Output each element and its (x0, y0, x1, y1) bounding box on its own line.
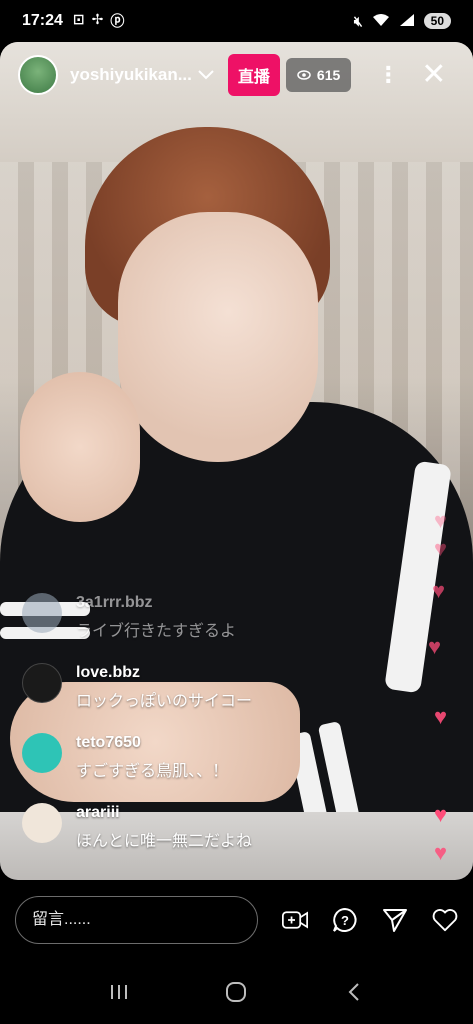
comment-list: 3a1rrr.bbz ライブ行きたすぎるよ love.bbz ロックっぽいのサイ… (22, 593, 352, 873)
host-username[interactable]: yoshiyukikan... (70, 65, 192, 85)
comment-username[interactable]: 3a1rrr.bbz (76, 594, 236, 612)
list-item: arariii ほんとに唯一無二だよね (22, 803, 352, 851)
mute-icon: 🔇︎ (353, 12, 363, 29)
heart-like-icon[interactable] (432, 907, 458, 933)
comment-avatar[interactable] (22, 593, 62, 633)
add-guest-icon[interactable] (282, 907, 308, 933)
heart-icon: ♥ (434, 536, 448, 561)
back-icon[interactable] (334, 972, 374, 1012)
home-icon[interactable] (216, 972, 256, 1012)
chevron-down-icon[interactable] (198, 67, 214, 83)
comment-message: すごすぎる鳥肌、、！ (76, 763, 229, 780)
list-item: teto7650 すごすぎる鳥肌、、！ (22, 733, 352, 781)
list-item: 3a1rrr.bbz ライブ行きたすぎるよ (22, 593, 352, 641)
signal-icon (399, 13, 415, 30)
comment-message: ほんとに唯一無二だよね (76, 833, 253, 850)
comment-avatar[interactable] (22, 733, 62, 773)
comment-username[interactable]: arariii (76, 804, 252, 822)
close-icon[interactable]: ✕ (421, 60, 446, 90)
heart-icon: ♥ (434, 840, 448, 865)
live-bottom-bar: ? (0, 880, 473, 960)
heart-icon: ♥ (432, 578, 446, 603)
comment-message: ライブ行きたすぎるよ (76, 623, 237, 640)
more-options-icon[interactable]: ⋮ (377, 62, 399, 88)
comment-message: ロックっぽいのサイコー (76, 693, 253, 710)
left-hand (20, 372, 140, 522)
live-top-bar: yoshiyukikan... 直播 615 ⋮ ✕ (0, 52, 473, 98)
comment-username[interactable]: love.bbz (76, 664, 252, 682)
heart-icon: ♥ (428, 634, 442, 659)
svg-text:?: ? (341, 913, 349, 928)
status-time: 17:24 (22, 12, 63, 29)
comment-input[interactable] (15, 896, 258, 944)
list-item: love.bbz ロックっぽいのサイコー (22, 663, 352, 711)
comment-avatar[interactable] (22, 663, 62, 703)
pinterest-icon: ⓟ (110, 13, 125, 29)
heart-icon: ♥ (434, 802, 448, 827)
eye-icon (297, 67, 311, 83)
comment-username[interactable]: teto7650 (76, 734, 228, 752)
viewer-count[interactable]: 615 (285, 58, 352, 92)
heart-icon: ♥ (434, 508, 448, 533)
question-icon[interactable]: ? (332, 907, 358, 933)
pinwheel-icon: ✢ (91, 11, 104, 27)
wifi-icon (372, 13, 390, 30)
battery-indicator: 50 (423, 13, 451, 29)
host-avatar[interactable] (18, 55, 58, 95)
live-badge: 直播 (227, 54, 280, 96)
system-nav-bar (0, 960, 473, 1024)
status-bar: 17:24 ⊡ ✢ ⓟ 🔇︎ 50 (0, 0, 473, 42)
comment-avatar[interactable] (22, 803, 62, 843)
screen-record-icon: ⊡ (72, 11, 85, 27)
share-icon[interactable] (382, 907, 408, 933)
recent-apps-icon[interactable] (99, 972, 139, 1012)
face (118, 212, 318, 462)
heart-icon: ♥ (434, 704, 448, 729)
